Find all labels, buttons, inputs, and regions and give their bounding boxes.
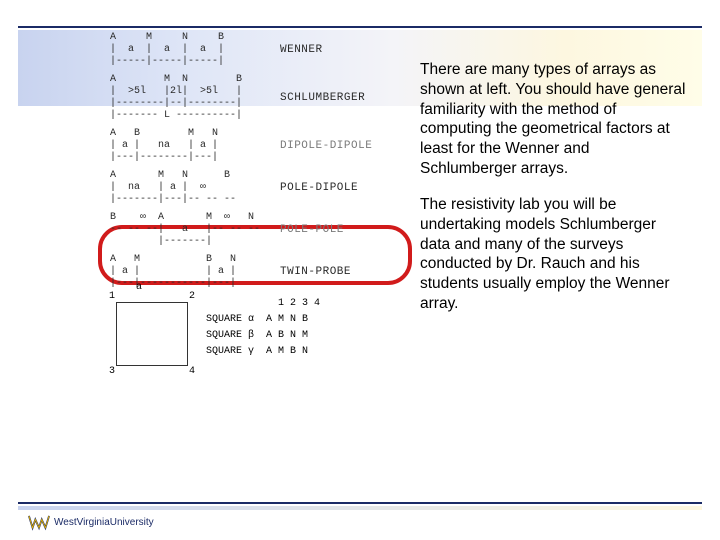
square-row-name: SQUARE γ — [206, 346, 254, 357]
body-text: There are many types of arrays as shown … — [420, 60, 690, 330]
array-square: a 1 2 3 4 1 2 3 4 SQUARE α A M N B SQUAR… — [110, 296, 410, 366]
square-corner-1: 1 — [109, 291, 115, 302]
square-header: 1 2 3 4 — [206, 296, 320, 312]
square-row-name: SQUARE α — [206, 314, 254, 325]
square-side-label: a — [136, 282, 142, 293]
square-row-order: A M B N — [266, 346, 308, 357]
schematic: A M N B | a | a | a | |-----|-----|-----… — [110, 32, 270, 68]
schematic: B ∞ A M ∞ N -- -- --| a |-- -- -- |-----… — [110, 212, 270, 248]
array-dipole-dipole: A B M N | a | na | a | |---|--------|---… — [110, 128, 410, 164]
square-row-order: A M N B — [266, 314, 308, 325]
array-label: SCHLUMBERGER — [270, 92, 365, 104]
slide: A M N B | a | a | a | |-----|-----|-----… — [0, 0, 720, 540]
array-label: POLE-DIPOLE — [270, 182, 358, 194]
paragraph-1: There are many types of arrays as shown … — [420, 60, 690, 179]
array-diagram-column: A M N B | a | a | a | |-----|-----|-----… — [110, 32, 410, 366]
array-label: TWIN-PROBE — [270, 266, 351, 278]
square-corner-2: 2 — [189, 291, 195, 302]
schematic: A B M N | a | na | a | |---|--------|---… — [110, 128, 270, 164]
schematic: A M N B | na | a | ∞ |-------|---|-- -- … — [110, 170, 270, 206]
array-schlumberger: A M N B | >5l |2l| >5l | |--------|--|--… — [110, 74, 410, 122]
wvu-logo: WestVirginiaUniversity — [28, 514, 154, 530]
array-label: DIPOLE-DIPOLE — [270, 140, 372, 152]
square-box: 1 2 3 4 — [116, 302, 188, 366]
footer-divider — [18, 502, 702, 504]
university-name: WestVirginiaUniversity — [54, 517, 154, 528]
square-row-name: SQUARE β — [206, 330, 254, 341]
array-twin-probe: A M B N | a | | a | |---|-----------|---… — [110, 254, 410, 290]
square-corner-3: 3 — [109, 366, 115, 377]
schematic: A M N B | >5l |2l| >5l | |--------|--|--… — [110, 74, 270, 122]
paragraph-2: The resistivity lab you will be undertak… — [420, 195, 690, 314]
array-label: WENNER — [270, 44, 323, 56]
flying-wv-icon — [28, 514, 50, 530]
array-wenner: A M N B | a | a | a | |-----|-----|-----… — [110, 32, 410, 68]
array-pole-pole: B ∞ A M ∞ N -- -- --| a |-- -- -- |-----… — [110, 212, 410, 248]
square-corner-4: 4 — [189, 366, 195, 377]
square-row-order: A B N M — [266, 330, 308, 341]
schematic: A M B N | a | | a | |---|-----------|---… — [110, 254, 270, 290]
array-label: POLE-POLE — [270, 224, 344, 236]
array-pole-dipole: A M N B | na | a | ∞ |-------|---|-- -- … — [110, 170, 410, 206]
